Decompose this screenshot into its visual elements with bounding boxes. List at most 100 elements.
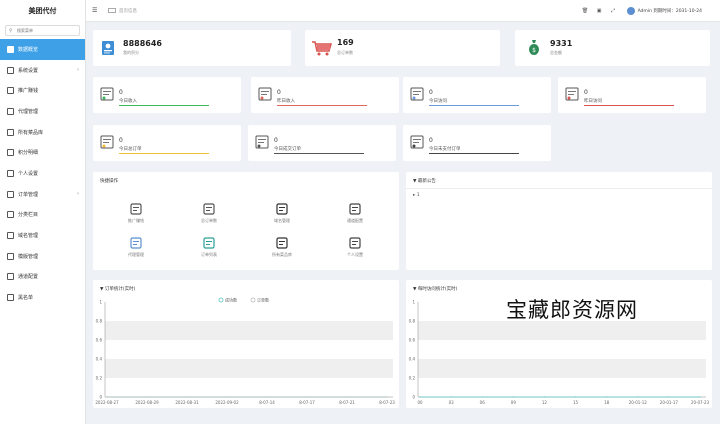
- x-tick-label: 8-07-21: [339, 400, 355, 405]
- data-point: [543, 396, 546, 398]
- sidebar-item-3[interactable]: 推广赚钱: [0, 80, 85, 101]
- points-icon: [7, 149, 14, 157]
- stat-value: 0: [274, 137, 278, 144]
- x-tick-label: 8-07-14: [259, 400, 275, 405]
- channel-icon: [7, 273, 14, 281]
- quick-op-7[interactable]: 所有菜品库: [260, 236, 304, 258]
- data-point: [637, 396, 639, 398]
- category-icon: [7, 211, 14, 219]
- agent-icon: [7, 107, 14, 115]
- hamburger-menu-icon[interactable]: ☰: [92, 7, 100, 14]
- quick-op-5[interactable]: 代理管理: [114, 236, 158, 258]
- sidebar-item-1[interactable]: 数据概览: [0, 39, 85, 60]
- sidebar-item-8[interactable]: 订单管理 ›: [0, 184, 85, 205]
- stat-underline: [429, 152, 519, 154]
- sidebar-item-label: 数据概览: [18, 46, 39, 53]
- x-tick-label: 2022-08-27: [95, 400, 119, 405]
- sidebar-item-label: 通道配置: [18, 274, 39, 281]
- admin-expiry-info[interactable]: Admin 到期时间：2031-10-24: [638, 8, 702, 14]
- sidebar-item-label: 积分明细: [18, 150, 39, 157]
- search-icon: ⚲: [9, 27, 13, 34]
- data-point: [450, 396, 452, 398]
- grid-band: [105, 359, 393, 378]
- menu-search-input[interactable]: [17, 28, 77, 33]
- tab-home[interactable]: 首页信息: [108, 8, 137, 14]
- grid-band: [105, 321, 393, 340]
- sidebar-item-label: 域名管理: [18, 233, 39, 240]
- quick-op-4[interactable]: 通道配置: [333, 202, 377, 224]
- tab-home-label: 首页信息: [119, 8, 137, 14]
- quick-op-3[interactable]: 域名管理: [260, 202, 304, 224]
- sidebar-item-6[interactable]: 积分明细: [0, 142, 85, 163]
- x-tick-label: 12: [542, 400, 548, 405]
- small-stat-card: 0 今日未支付订单: [403, 125, 551, 161]
- quick-operations-panel: 快捷操作 推广赚钱 总订单数 域名管理 通道配置 代理管理 订单列表 所有菜品库 个人设置: [93, 172, 399, 270]
- order-chart: 1 0.8 0.6 0.4 0.2 02022-08-27 2022-08-29 2022-0…: [95, 297, 395, 406]
- data-point: [512, 396, 514, 398]
- data-point: [346, 396, 348, 398]
- sidebar-item-2[interactable]: 系统设置 ›: [0, 60, 85, 81]
- lock-icon[interactable]: ▣: [596, 8, 603, 15]
- data-point: [386, 396, 388, 398]
- legend-label: 成功数: [225, 297, 237, 303]
- sidebar-item-label: 推广赚钱: [18, 88, 39, 95]
- stat-label: 今日收入: [119, 99, 137, 104]
- stat-underline: [277, 104, 367, 106]
- sidebar-item-label: 所有菜品库: [18, 129, 44, 136]
- data-point: [266, 396, 268, 398]
- avatar[interactable]: [626, 7, 635, 15]
- y-tick-label: 0: [99, 395, 102, 400]
- sidebar-item-4[interactable]: 代理管理: [0, 101, 85, 122]
- quick-op-label: 所有菜品库: [272, 252, 292, 257]
- blacklist-icon: [7, 294, 14, 302]
- small-stat-card: 0 今日总订单: [93, 125, 241, 161]
- y-tick-label: 0.8: [96, 319, 103, 324]
- x-tick-label: 18: [604, 400, 610, 405]
- stat-card-orders: 169 总订单数: [305, 30, 500, 66]
- domain-icon: [7, 232, 14, 240]
- quick-op-1[interactable]: 推广赚钱: [114, 202, 158, 224]
- fullscreen-icon[interactable]: ⤢: [610, 8, 617, 15]
- sidebar-item-label: 模版管理: [18, 253, 39, 260]
- x-tick-label: 15: [573, 400, 579, 405]
- sidebar-item-10[interactable]: 域名管理: [0, 225, 85, 246]
- y-tick-label: 0.6: [96, 338, 103, 343]
- notice-item[interactable]: ▸ 1: [413, 193, 420, 198]
- money-bag-icon: $: [529, 40, 539, 55]
- stat-label: 今日总订单: [119, 147, 142, 152]
- quick-op-label: 代理管理: [128, 252, 144, 257]
- sidebar-item-7[interactable]: 个人设置: [0, 163, 85, 184]
- y-tick-label: 0: [412, 395, 415, 400]
- sidebar-item-11[interactable]: 模版管理: [0, 246, 85, 267]
- stat-underline: [429, 104, 519, 106]
- cart-icon: [203, 237, 215, 249]
- dishes-icon: [276, 237, 288, 249]
- x-tick-label: 2022-09-02: [215, 400, 239, 405]
- menu-search-box[interactable]: ⚲: [5, 25, 80, 36]
- notice-title-text: 最新公告: [417, 179, 436, 184]
- trash-icon[interactable]: 🗑: [582, 8, 589, 15]
- sidebar-item-13[interactable]: 黑名单: [0, 287, 85, 308]
- sidebar-item-12[interactable]: 通道配置: [0, 267, 85, 288]
- sidebar-item-9[interactable]: 分类栏目: [0, 205, 85, 226]
- order-chart-panel: ▼ 订单统计(实时) 1 0.8 0.6 0.4 0.2 0 2022-08-27 2022-…: [93, 280, 399, 408]
- stat-label: 我的积分: [123, 50, 139, 55]
- quick-op-label: 通道配置: [347, 218, 363, 223]
- x-tick-label: 06: [480, 400, 486, 405]
- top-right-tools: 🗑 ▣ ⤢ Admin 到期时间：2031-10-24: [575, 0, 702, 22]
- quick-op-8[interactable]: 个人设置: [333, 236, 377, 258]
- x-tick-label: 20-01-12: [629, 400, 648, 405]
- domain-icon: [276, 203, 288, 215]
- stat-value: 8888646: [123, 39, 162, 48]
- money-bag-icon: [130, 203, 142, 215]
- visits-yesterday-icon: [565, 87, 579, 101]
- quick-op-6[interactable]: 订单列表: [187, 236, 231, 258]
- notice-panel: ▼ 最新公告 ▸ 1: [406, 172, 712, 270]
- quick-op-2[interactable]: 总订单数: [187, 202, 231, 224]
- sidebar-item-5[interactable]: 所有菜品库: [0, 122, 85, 143]
- stat-value: 0: [429, 89, 433, 96]
- y-tick-label: 0.2: [409, 376, 416, 381]
- legend-marker: [250, 297, 256, 303]
- data-point: [306, 396, 308, 398]
- stat-label: 总订单数: [337, 50, 353, 55]
